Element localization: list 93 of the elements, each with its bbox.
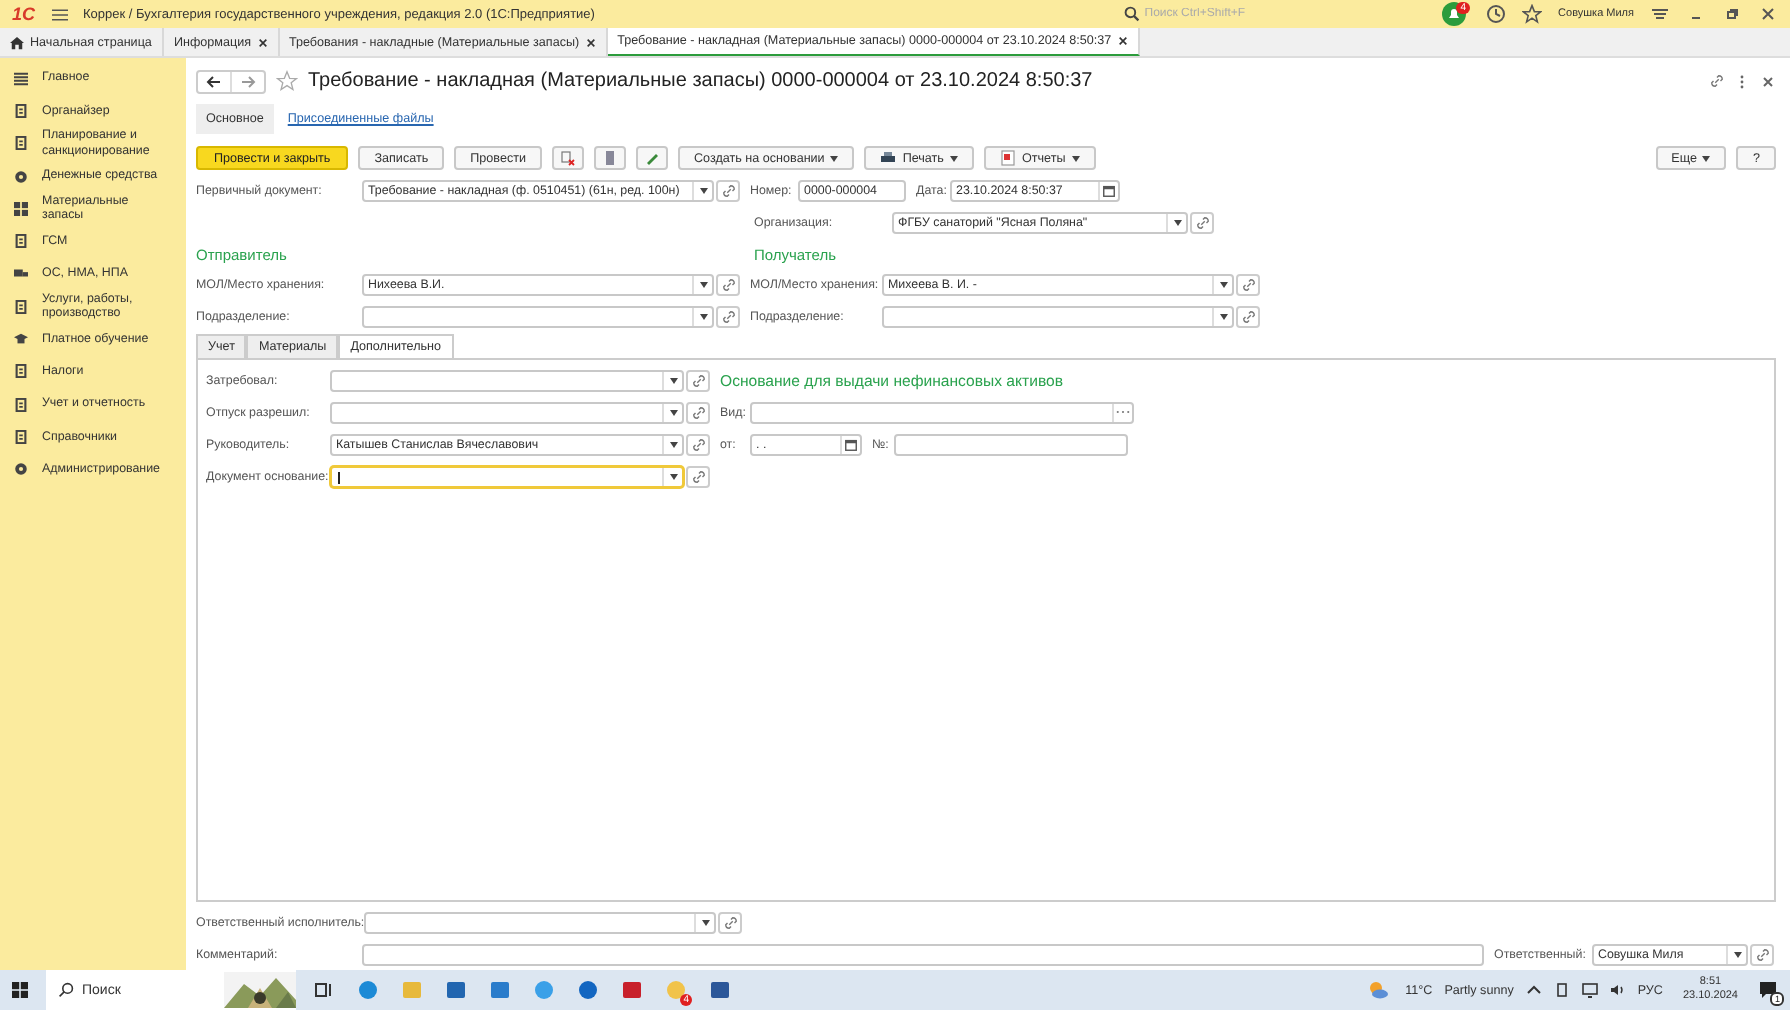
select-field[interactable] <box>330 369 684 391</box>
device-icon[interactable] <box>1553 982 1570 998</box>
cap-icon <box>14 332 28 347</box>
app-icon[interactable] <box>490 980 510 1000</box>
close-icon[interactable] <box>257 37 267 47</box>
caret-icon <box>1071 155 1080 161</box>
search-icon <box>1124 6 1141 22</box>
close-icon[interactable] <box>1117 36 1128 46</box>
menu-icon[interactable] <box>51 7 68 21</box>
volume-icon[interactable] <box>1609 982 1626 998</box>
app-icon[interactable] <box>666 980 686 1000</box>
home-icon <box>10 35 24 49</box>
link-icon <box>723 915 738 929</box>
link-icon <box>1195 215 1209 229</box>
app-icon[interactable] <box>622 980 642 1000</box>
dropdown-caret-icon[interactable] <box>1733 951 1741 957</box>
calendar-icon[interactable] <box>844 437 858 451</box>
menu-icon[interactable] <box>1650 4 1670 24</box>
report-icon <box>999 150 1016 166</box>
truck-icon <box>14 266 28 281</box>
restore-icon[interactable] <box>1722 4 1742 24</box>
input-field[interactable] <box>894 433 1128 455</box>
toolbar-button[interactable] <box>552 146 584 170</box>
chevron-up-icon[interactable] <box>1525 982 1542 998</box>
dropdown-caret-icon[interactable] <box>669 441 677 447</box>
dropdown-caret-icon[interactable] <box>699 281 707 287</box>
document-icon <box>14 364 28 379</box>
star-icon[interactable] <box>276 70 298 92</box>
cancel-icon <box>560 150 576 166</box>
windows-start-icon[interactable] <box>12 982 28 998</box>
link-icon <box>1710 74 1724 88</box>
dropdown-caret-icon[interactable] <box>669 409 677 415</box>
select-field[interactable] <box>330 401 684 423</box>
close-icon[interactable] <box>585 37 596 47</box>
printer-icon <box>880 150 897 166</box>
select-field[interactable] <box>330 465 684 487</box>
input-field[interactable] <box>750 401 1134 423</box>
link-icon <box>721 309 735 323</box>
close-icon[interactable] <box>1758 4 1778 24</box>
document-icon <box>14 234 28 249</box>
calendar-icon[interactable] <box>1102 183 1116 197</box>
dropdown-caret-icon[interactable] <box>699 313 707 319</box>
select-field[interactable] <box>362 305 714 327</box>
history-icon[interactable] <box>1486 4 1507 24</box>
link-icon <box>1241 309 1255 323</box>
app-icon[interactable] <box>710 980 730 1000</box>
link-icon <box>691 469 705 483</box>
network-icon[interactable] <box>1581 982 1598 998</box>
link-icon <box>1755 947 1769 961</box>
dropdown-caret-icon[interactable] <box>699 187 707 193</box>
dropdown-caret-icon[interactable] <box>669 473 677 479</box>
dropdown-caret-icon[interactable] <box>1173 219 1181 225</box>
toolbar-button[interactable] <box>636 146 668 170</box>
caret-icon <box>830 155 839 161</box>
list-icon <box>14 71 28 86</box>
coin-icon <box>14 169 28 184</box>
back-arrow-icon[interactable] <box>206 73 222 89</box>
app-logo: 1С <box>12 4 36 24</box>
weather-icon <box>1367 980 1388 1000</box>
link-icon <box>691 437 705 451</box>
star-icon[interactable] <box>1522 4 1543 24</box>
document-icon <box>14 397 28 412</box>
document-icon <box>14 136 28 151</box>
document-title: Требование - накладная (Материальные запасы) 0000-000004 от 23.10.2024 8:50:37 <box>308 70 1093 92</box>
forward-arrow-icon[interactable] <box>240 73 256 89</box>
dropdown-caret-icon[interactable] <box>701 919 710 925</box>
pen-icon <box>644 150 660 166</box>
app-icon[interactable] <box>578 980 598 1000</box>
select-field[interactable] <box>364 911 717 933</box>
dropdown-caret-icon[interactable] <box>669 377 677 383</box>
grid-icon <box>14 201 28 216</box>
search-icon <box>58 982 74 998</box>
app-icon[interactable] <box>358 980 378 1000</box>
toolbar-button[interactable] <box>594 146 626 170</box>
dropdown-caret-icon[interactable] <box>1219 281 1227 287</box>
dropdown-caret-icon[interactable] <box>1219 313 1227 319</box>
task-view-icon[interactable] <box>314 980 334 1000</box>
document-icon <box>14 429 28 444</box>
caret-icon <box>949 155 958 161</box>
link-icon <box>691 405 705 419</box>
input-field[interactable] <box>362 943 1484 965</box>
link-icon <box>721 277 735 291</box>
link-icon <box>1241 277 1255 291</box>
app-icon[interactable] <box>446 980 466 1000</box>
document-icon <box>14 103 28 118</box>
sheet-icon <box>602 150 618 166</box>
notifications-icon[interactable] <box>1758 980 1778 1000</box>
document-icon <box>14 299 28 314</box>
close-icon[interactable] <box>1760 73 1776 89</box>
caret-icon <box>1702 155 1711 161</box>
select-field[interactable] <box>882 305 1234 327</box>
link-icon <box>721 183 735 197</box>
link-icon <box>691 373 705 387</box>
